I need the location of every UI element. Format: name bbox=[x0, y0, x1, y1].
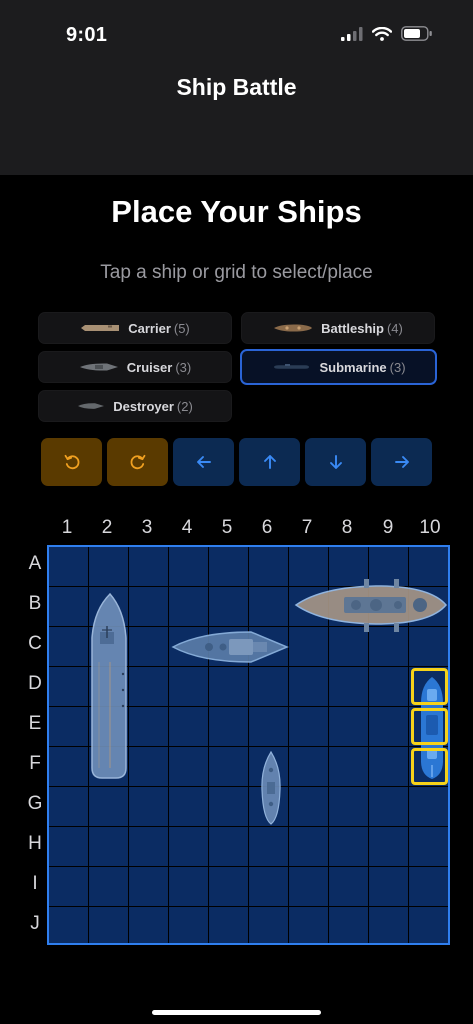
ship-card-cruiser[interactable]: Cruiser (3) bbox=[38, 351, 232, 383]
ship-name: Carrier bbox=[128, 320, 171, 336]
placed-battleship[interactable] bbox=[294, 575, 448, 637]
ship-size: (5) bbox=[173, 320, 190, 336]
destroyer-thumbnail-icon bbox=[78, 403, 105, 409]
ship-size: (3) bbox=[389, 359, 406, 375]
row-label: J bbox=[30, 913, 40, 934]
placed-carrier[interactable] bbox=[88, 592, 132, 782]
rotate-left-button[interactable] bbox=[41, 438, 102, 486]
row-label: G bbox=[27, 793, 43, 814]
column-label: 5 bbox=[221, 517, 233, 538]
placed-cruiser[interactable] bbox=[171, 626, 289, 668]
cellular-signal-icon bbox=[341, 26, 363, 41]
placement-grid[interactable] bbox=[47, 545, 450, 945]
ship-card-carrier[interactable]: Carrier (5) bbox=[38, 312, 232, 344]
nav-title: Ship Battle bbox=[176, 74, 297, 100]
ship-size: (4) bbox=[386, 320, 403, 336]
battery-icon bbox=[401, 26, 432, 41]
rotate-left-icon bbox=[64, 454, 79, 470]
column-label: 3 bbox=[141, 517, 153, 538]
column-label: 10 bbox=[419, 517, 441, 538]
status-icons bbox=[341, 26, 433, 41]
carrier-thumbnail-icon bbox=[81, 325, 120, 331]
column-label: 1 bbox=[61, 517, 73, 538]
placed-destroyer[interactable] bbox=[259, 750, 283, 826]
status-time: 9:01 bbox=[66, 24, 108, 46]
highlight-cell-d10[interactable] bbox=[411, 668, 448, 705]
move-right-button[interactable] bbox=[371, 438, 432, 486]
row-label: B bbox=[28, 593, 42, 614]
battleship-thumbnail-icon bbox=[274, 324, 313, 332]
row-label: C bbox=[28, 633, 42, 654]
cruiser-thumbnail-icon bbox=[79, 363, 118, 371]
highlight-cell-e10[interactable] bbox=[411, 708, 448, 745]
home-indicator bbox=[152, 1010, 321, 1015]
page-title: Place Your Ships bbox=[111, 194, 362, 229]
ship-name: Battleship bbox=[321, 320, 384, 336]
ship-card-destroyer[interactable]: Destroyer (2) bbox=[38, 390, 232, 422]
highlight-cell-f10[interactable] bbox=[411, 748, 448, 785]
instructions-text: Tap a ship or grid to select/place bbox=[100, 262, 373, 283]
row-label: H bbox=[28, 833, 42, 854]
ship-name: Cruiser bbox=[126, 359, 173, 375]
column-label: 2 bbox=[101, 517, 113, 538]
row-label: F bbox=[29, 753, 41, 774]
ship-name: Submarine bbox=[319, 359, 387, 375]
arrow-left-icon bbox=[196, 456, 211, 468]
rotate-right-button[interactable] bbox=[107, 438, 168, 486]
ship-size: (2) bbox=[176, 398, 193, 414]
arrow-up-icon bbox=[263, 455, 276, 469]
row-label: E bbox=[28, 713, 42, 734]
ship-size: (3) bbox=[175, 359, 192, 375]
row-label: A bbox=[28, 553, 42, 574]
arrow-down-icon bbox=[329, 455, 342, 469]
wifi-icon bbox=[372, 26, 392, 41]
column-label: 4 bbox=[181, 517, 193, 538]
arrow-right-icon bbox=[394, 456, 409, 468]
submarine-thumbnail-icon bbox=[274, 364, 310, 369]
ship-card-battleship[interactable]: Battleship (4) bbox=[241, 312, 435, 344]
column-label: 8 bbox=[341, 517, 353, 538]
move-up-button[interactable] bbox=[239, 438, 300, 486]
move-left-button[interactable] bbox=[173, 438, 234, 486]
rotate-right-icon bbox=[130, 454, 145, 470]
row-label: I bbox=[32, 873, 38, 894]
column-label: 6 bbox=[261, 517, 273, 538]
column-label: 9 bbox=[382, 517, 394, 538]
row-label: D bbox=[28, 673, 42, 694]
column-label: 7 bbox=[301, 517, 313, 538]
ship-name: Destroyer bbox=[113, 398, 174, 414]
header: 9:01 Ship Battle bbox=[0, 0, 473, 175]
ship-card-submarine[interactable]: Submarine (3) bbox=[240, 349, 437, 385]
move-down-button[interactable] bbox=[305, 438, 366, 486]
